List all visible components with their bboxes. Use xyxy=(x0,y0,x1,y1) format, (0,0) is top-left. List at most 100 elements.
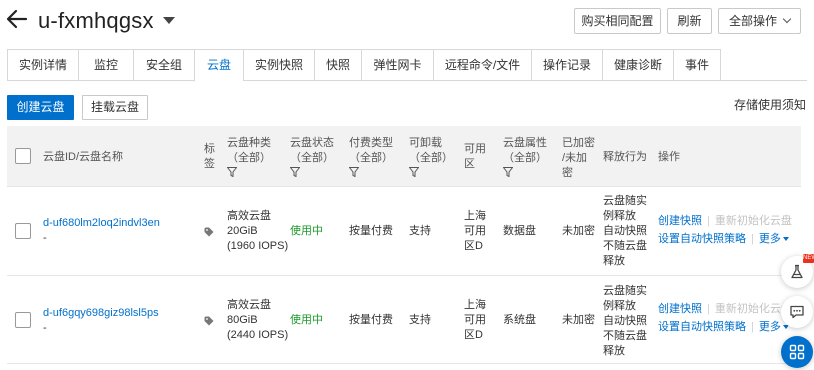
filter-icon[interactable] xyxy=(349,167,359,177)
more-actions-label: 更多 xyxy=(758,233,781,245)
col-disk-status-line2: （全部） xyxy=(290,152,334,164)
col-tags-line2: 签 xyxy=(204,158,215,170)
all-actions-label: 全部操作 xyxy=(728,14,777,28)
col-zone-line1: 可用 xyxy=(464,143,486,155)
flask-icon xyxy=(791,264,803,279)
row-checkbox[interactable] xyxy=(15,223,31,239)
zone-line3: 区D xyxy=(464,240,483,252)
table-header: 云盘ID/云盘名称 标 签 云盘种类 （全部） 云盘状态 （全部） 付费类型 （… xyxy=(7,126,801,187)
create-snapshot-link[interactable]: 创建快照 xyxy=(658,303,702,315)
auto-snapshot-policy-link[interactable]: 设置自动快照策略 xyxy=(658,233,746,245)
release-line4: 不随云盘 xyxy=(603,240,647,252)
col-encryption: 已加密 /未加 密 xyxy=(562,136,595,181)
filter-icon[interactable] xyxy=(227,167,237,177)
disk-attribute: 数据盘 xyxy=(503,225,536,237)
tab-instance-details[interactable]: 实例详情 xyxy=(7,49,78,81)
mount-disk-button[interactable]: 挂载云盘 xyxy=(82,95,148,120)
action-divider: | xyxy=(751,233,754,245)
disk-status: 使用中 xyxy=(290,225,323,237)
tag-icon[interactable] xyxy=(204,316,214,326)
filter-icon[interactable] xyxy=(503,167,513,177)
tab-disks[interactable]: 云盘 xyxy=(194,49,243,82)
chat-icon xyxy=(790,305,804,319)
col-billing-type-line1: 付费类型 xyxy=(349,137,393,149)
tab-operation-log[interactable]: 操作记录 xyxy=(531,49,602,81)
disk-status: 使用中 xyxy=(290,314,323,326)
zone-line1: 上海 xyxy=(464,299,486,311)
refresh-button[interactable]: 刷新 xyxy=(667,8,712,34)
encryption-value: 未加密 xyxy=(562,314,595,326)
col-disk-status: 云盘状态 （全部） xyxy=(290,136,334,177)
col-removable-line2: （全部） xyxy=(409,152,453,164)
release-line2: 例释放 xyxy=(603,210,636,222)
col-billing-type-line2: （全部） xyxy=(349,152,393,164)
chevron-down-icon xyxy=(782,14,792,24)
col-encryption-line3: 密 xyxy=(562,167,573,179)
filter-icon[interactable] xyxy=(409,167,419,177)
disk-attribute: 系统盘 xyxy=(503,314,536,326)
tab-events[interactable]: 事件 xyxy=(673,49,721,81)
new-badge: NEW xyxy=(803,254,814,263)
zone-line2: 可用 xyxy=(464,225,486,237)
create-disk-button[interactable]: 创建云盘 xyxy=(7,95,74,120)
storage-notice-link[interactable]: 存储使用须知 xyxy=(734,96,806,113)
disk-size: 80GiB xyxy=(227,314,258,326)
action-divider: | xyxy=(751,321,754,333)
release-line3: 自动快照 xyxy=(603,315,647,327)
apps-float-button[interactable] xyxy=(781,336,813,368)
release-line1: 云盘随实 xyxy=(603,195,647,207)
col-disk-type-line1: 云盘种类 xyxy=(227,137,271,149)
select-all-checkbox[interactable] xyxy=(15,148,31,164)
row-checkbox[interactable] xyxy=(15,312,31,328)
create-snapshot-link[interactable]: 创建快照 xyxy=(658,215,702,227)
caret-down-icon xyxy=(782,237,789,242)
tab-remote-commands[interactable]: 远程命令/文件 xyxy=(433,49,531,81)
release-line5: 释放 xyxy=(603,255,625,267)
action-divider: | xyxy=(707,303,710,315)
row-actions: 创建快照 | 重新初始化云盘 设置自动快照策略 | 更多 xyxy=(658,214,792,247)
more-actions-label: 更多 xyxy=(758,321,781,333)
tag-icon[interactable] xyxy=(204,227,214,237)
disk-iops: (1960 IOPS) xyxy=(227,240,289,252)
instance-switch-caret-icon[interactable] xyxy=(163,17,175,24)
table-row: d-uf680lm2loq2indvl3en - 高效云盘 20GiB (196… xyxy=(7,188,801,276)
disk-type-cell: 高效云盘 80GiB (2440 IOPS) xyxy=(227,298,288,343)
col-zone-line2: 区 xyxy=(464,158,475,170)
auto-snapshot-policy-link[interactable]: 设置自动快照策略 xyxy=(658,321,746,333)
buy-same-config-button[interactable]: 购买相同配置 xyxy=(574,8,661,34)
all-actions-button[interactable]: 全部操作 xyxy=(718,8,801,34)
filter-icon[interactable] xyxy=(290,167,300,177)
disk-id-link[interactable]: d-uf680lm2loq2indvl3en xyxy=(43,216,160,231)
row-actions: 创建快照 | 重新初始化云盘 设置自动快照策略 | 更多 xyxy=(658,302,792,335)
more-actions-link[interactable]: 更多 xyxy=(759,233,789,245)
tab-eni[interactable]: 弹性网卡 xyxy=(361,49,433,81)
col-release-behavior: 释放行为 xyxy=(603,151,647,163)
reinit-disk-link[interactable]: 重新初始化云盘 xyxy=(715,215,792,227)
col-tags-line1: 标 xyxy=(204,143,215,155)
release-behavior-cell: 云盘随实 例释放 自动快照 不随云盘 释放 xyxy=(603,194,647,269)
removable-value: 支持 xyxy=(409,314,431,326)
billing-type: 按量付费 xyxy=(349,314,393,326)
removable-value: 支持 xyxy=(409,225,431,237)
tab-security-group[interactable]: 安全组 xyxy=(133,49,194,81)
feedback-float-button[interactable] xyxy=(781,296,813,328)
disk-type: 高效云盘 xyxy=(227,299,271,311)
col-zone: 可用 区 xyxy=(464,142,486,172)
tab-health-diagnosis[interactable]: 健康诊断 xyxy=(602,49,673,81)
col-encryption-line2: /未加 xyxy=(562,152,588,164)
disk-iops: (2440 IOPS) xyxy=(227,329,289,341)
tab-snapshots[interactable]: 快照 xyxy=(314,49,361,81)
disk-name: - xyxy=(43,322,47,334)
disk-type: 高效云盘 xyxy=(227,210,271,222)
col-actions: 操作 xyxy=(658,151,680,163)
disk-id-link[interactable]: d-uf6gqy698giz98lsl5ps xyxy=(43,306,159,321)
col-disk-attribute: 云盘属性 （全部） xyxy=(503,136,547,177)
table-row: d-uf6gqy698giz98lsl5ps - 高效云盘 80GiB (244… xyxy=(7,276,801,364)
encryption-value: 未加密 xyxy=(562,225,595,237)
disk-size: 20GiB xyxy=(227,225,258,237)
col-encryption-line1: 已加密 xyxy=(562,137,595,149)
back-arrow-icon[interactable] xyxy=(6,8,28,30)
release-behavior-cell: 云盘随实 例释放 自动快照 不随云盘 释放 xyxy=(603,284,647,359)
tab-monitoring[interactable]: 监控 xyxy=(78,49,133,81)
tab-instance-snapshots[interactable]: 实例快照 xyxy=(243,49,314,81)
